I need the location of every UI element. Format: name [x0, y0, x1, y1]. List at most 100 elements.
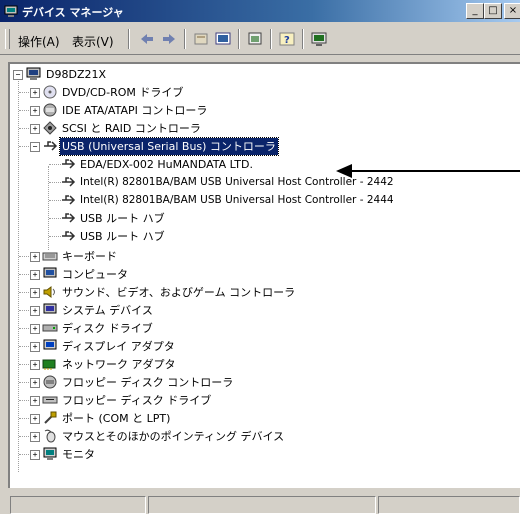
help-icon[interactable]: ? [278, 31, 296, 47]
tree-item-display[interactable]: + ディスプレイ アダプタ [10, 338, 510, 355]
expand-toggle[interactable]: + [30, 432, 40, 442]
usb-icon [44, 141, 58, 151]
tree-item-floppy-controller[interactable]: + フロッピー ディスク コントローラ [10, 374, 510, 391]
tree-item-mouse[interactable]: + マウスとそのほかのポインティング デバイス [10, 428, 510, 445]
annotation-arrow-icon [336, 164, 352, 178]
expand-toggle[interactable]: + [30, 252, 40, 262]
root-label: D98DZ21X [46, 68, 107, 81]
toolbar-grip[interactable] [5, 29, 10, 49]
computer-icon [26, 67, 41, 80]
tree-item-label: システム デバイス [62, 304, 153, 317]
tree-item-label: SCSI と RAID コントローラ [62, 122, 201, 135]
usb-device-row[interactable]: Intel(R) 82801BA/BAM USB Universal Host … [10, 174, 510, 191]
collapse-toggle[interactable]: − [30, 142, 40, 152]
toolbar-separator [128, 29, 130, 49]
port-icon [44, 411, 57, 424]
tree-item-disk[interactable]: + ディスク ドライブ [10, 320, 510, 337]
menu-toolbar: 操作(A) 表示(V) ? [0, 24, 520, 55]
ide-icon [43, 103, 57, 117]
toolbar-separator [270, 29, 272, 49]
title-bar[interactable]: デバイス マネージャ _ □ × [0, 0, 520, 22]
scsi-icon [43, 121, 57, 135]
back-arrow-icon[interactable] [138, 31, 156, 47]
tree-item-scsi[interactable]: + SCSI と RAID コントローラ [10, 120, 510, 137]
tree-item-monitor[interactable]: + モニタ [10, 446, 510, 463]
tree-item-label: キーボード [62, 250, 117, 263]
device-manager-icon [4, 5, 18, 17]
display-icon [43, 339, 57, 350]
expand-toggle[interactable]: + [30, 324, 40, 334]
system-icon [43, 303, 57, 314]
expand-toggle[interactable]: + [30, 414, 40, 424]
tree-item-system[interactable]: + システム デバイス [10, 302, 510, 319]
tree-item-port[interactable]: + ポート (COM と LPT) [10, 410, 510, 427]
tree-item-label: ネットワーク アダプタ [62, 358, 176, 371]
tree-item-label: サウンド、ビデオ、およびゲーム コントローラ [62, 286, 296, 299]
tree-item-label: コンピュータ [62, 268, 128, 281]
tree-item-network[interactable]: + ネットワーク アダプタ [10, 356, 510, 373]
window-title: デバイス マネージャ [22, 6, 124, 19]
close-button[interactable]: × [504, 3, 520, 19]
minimize-button[interactable]: _ [466, 3, 484, 19]
tree-item-label: ディスク ドライブ [62, 322, 153, 335]
tree-root[interactable]: − D98DZ21X [10, 66, 510, 83]
computer-icon [43, 267, 57, 278]
usb-device-label: USB ルート ハブ [80, 212, 165, 225]
device-tree-pane[interactable]: − D98DZ21X + DVD/CD-ROM ドライブ + IDE ATA/A… [8, 62, 520, 488]
status-panel [10, 496, 146, 514]
usb-device-row[interactable]: USB ルート ハブ [10, 210, 510, 227]
tree-item-label: フロッピー ディスク ドライブ [62, 394, 212, 407]
tree-item-dvd[interactable]: + DVD/CD-ROM ドライブ [10, 84, 510, 101]
tree-item-keyboard[interactable]: + キーボード [10, 248, 510, 265]
device-manager-window: デバイス マネージャ _ □ × 操作(A) 表示(V) ? − D98DZ21… [0, 0, 520, 514]
menu-view[interactable]: 表示(V) [72, 33, 114, 50]
usb-icon [62, 213, 76, 223]
maximize-button[interactable]: □ [484, 3, 502, 19]
expand-toggle[interactable]: + [30, 396, 40, 406]
monitor-icon[interactable] [310, 31, 328, 47]
toolbar-separator [238, 29, 240, 49]
expand-toggle[interactable]: + [30, 360, 40, 370]
disk-icon [42, 324, 58, 332]
usb-icon [62, 195, 76, 205]
menu-action[interactable]: 操作(A) [18, 33, 60, 50]
expand-toggle[interactable]: + [30, 450, 40, 460]
usb-device-row[interactable]: USB ルート ハブ [10, 228, 510, 245]
properties-page-icon[interactable] [192, 31, 210, 47]
expand-toggle[interactable]: + [30, 342, 40, 352]
tree-item-label: IDE ATA/ATAPI コントローラ [62, 104, 208, 117]
computer-view-icon[interactable] [214, 31, 232, 47]
expand-toggle[interactable]: + [30, 378, 40, 388]
tree-item-label: ポート (COM と LPT) [62, 412, 171, 425]
toolbar-separator [184, 29, 186, 49]
expand-toggle[interactable]: + [30, 124, 40, 134]
monitor-icon [43, 447, 57, 460]
tree-item-ide[interactable]: + IDE ATA/ATAPI コントローラ [10, 102, 510, 119]
collapse-toggle[interactable]: − [13, 70, 23, 80]
scan-icon[interactable] [246, 31, 264, 47]
usb-device-label: Intel(R) 82801BA/BAM USB Universal Host … [80, 194, 394, 206]
tree-item-floppy-drive[interactable]: + フロッピー ディスク ドライブ [10, 392, 510, 409]
tree-item-usb[interactable]: − USB (Universal Serial Bus) コントローラ [10, 137, 510, 156]
tree-item-label: マウスとそのほかのポインティング デバイス [62, 430, 285, 443]
cdrom-icon [43, 85, 57, 99]
tree-item-label: DVD/CD-ROM ドライブ [62, 86, 184, 99]
expand-toggle[interactable]: + [30, 106, 40, 116]
toolbar-separator [302, 29, 304, 49]
tree-item-computer[interactable]: + コンピュータ [10, 266, 510, 283]
expand-toggle[interactable]: + [30, 288, 40, 298]
svg-text:?: ? [284, 35, 290, 46]
tree-item-label: モニタ [62, 448, 95, 461]
expand-toggle[interactable]: + [30, 306, 40, 316]
tree-item-sound[interactable]: + サウンド、ビデオ、およびゲーム コントローラ [10, 284, 510, 301]
tree-item-label: フロッピー ディスク コントローラ [62, 376, 234, 389]
usb-device-row[interactable]: Intel(R) 82801BA/BAM USB Universal Host … [10, 192, 510, 209]
annotation-arrow-line [350, 170, 520, 172]
forward-arrow-icon[interactable] [160, 31, 178, 47]
expand-toggle[interactable]: + [30, 88, 40, 98]
usb-icon [62, 231, 76, 241]
floppy-drive-icon [42, 396, 58, 404]
usb-device-label: USB ルート ハブ [80, 230, 165, 243]
expand-toggle[interactable]: + [30, 270, 40, 280]
floppy-controller-icon [43, 375, 57, 389]
